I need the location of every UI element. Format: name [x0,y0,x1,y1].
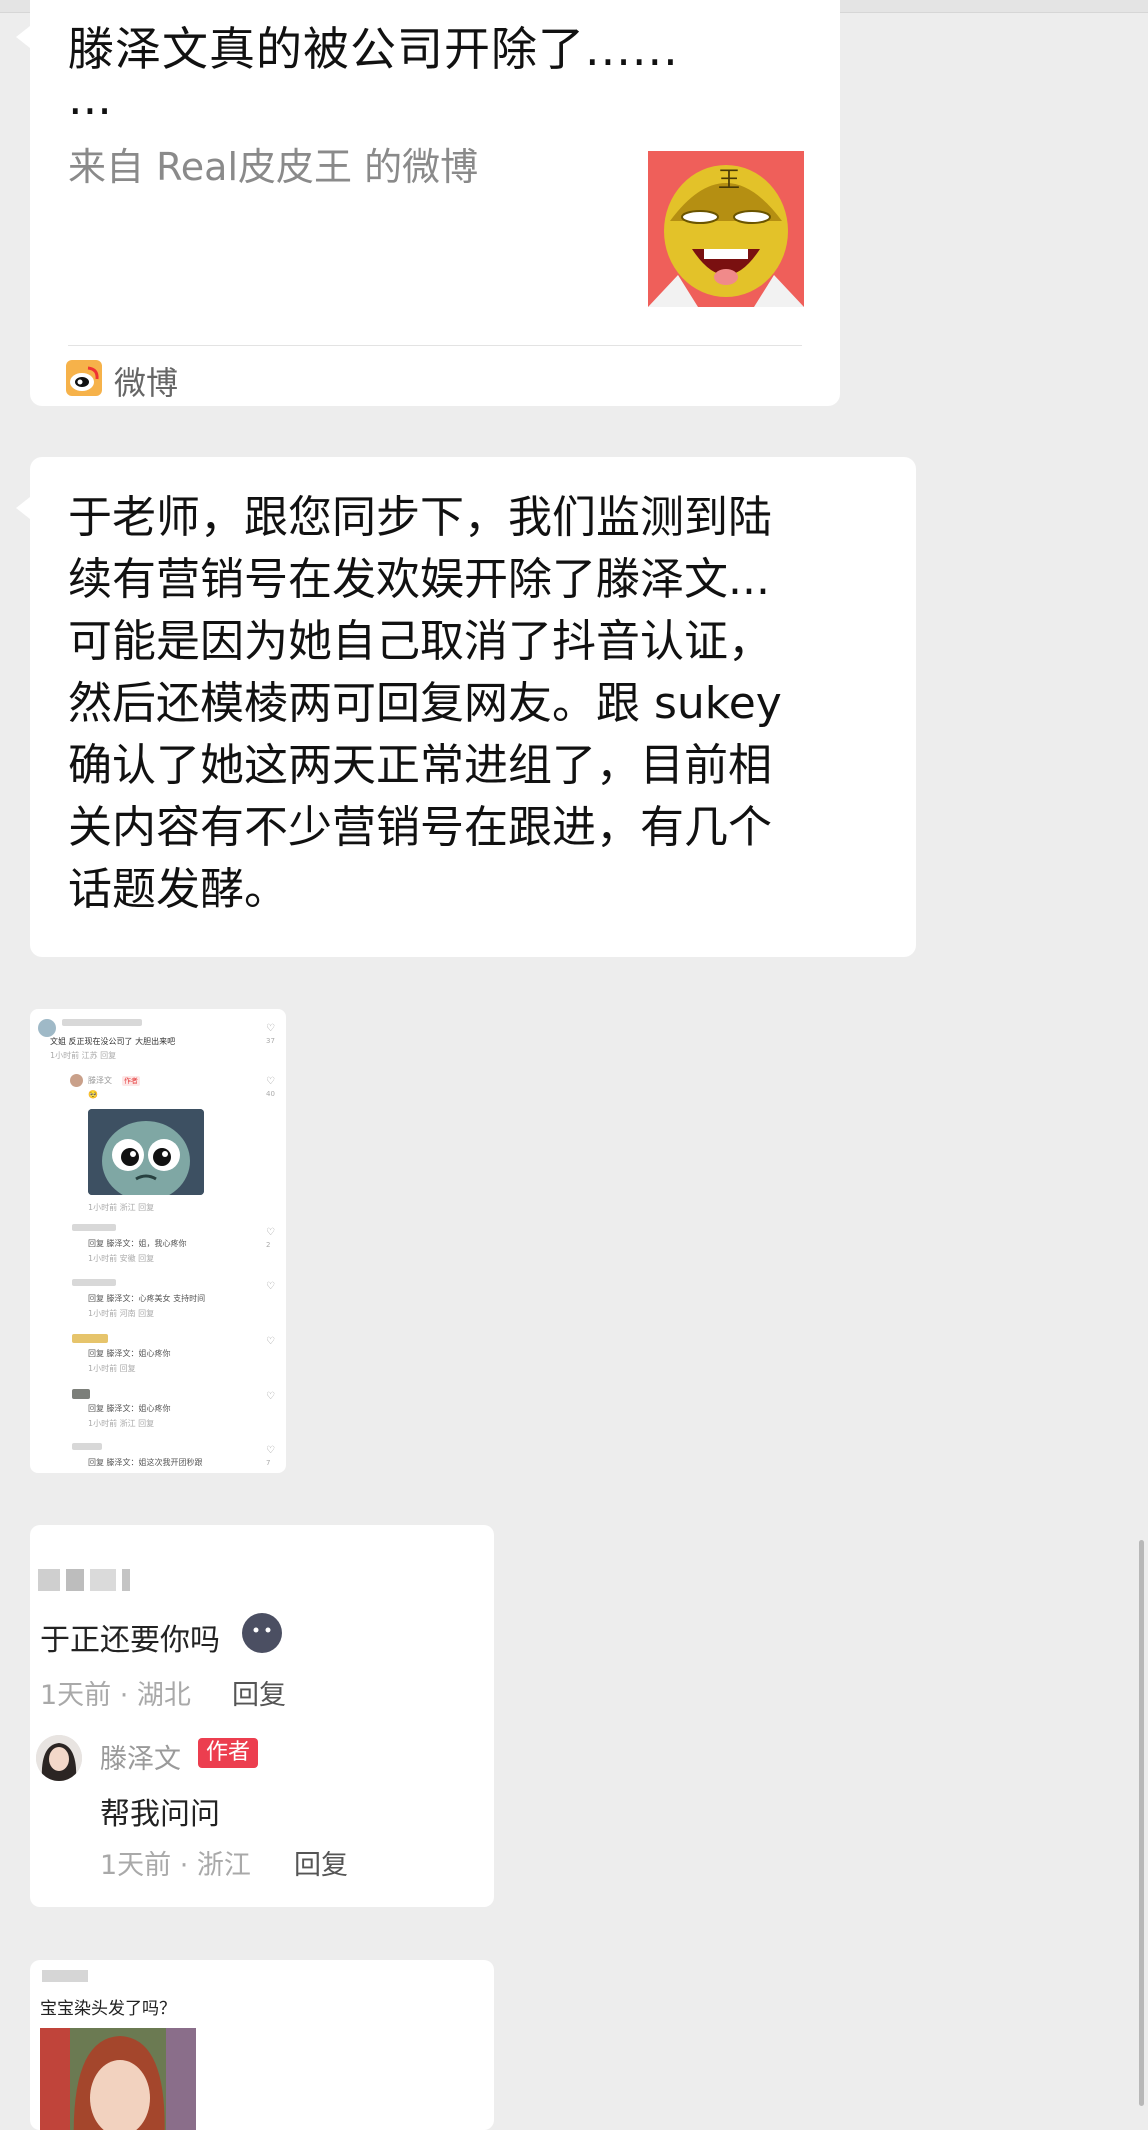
comment-text: 于正还要你吗 [40,1623,220,1658]
author-reply-meta: 1天前 · 浙江 [100,1850,251,1881]
avatar [70,1074,83,1087]
like-count: 40 [266,1090,275,1098]
blurred-username [72,1279,116,1286]
reply-meta: 1小时前 回复 [88,1364,136,1373]
heart-icon[interactable]: ♡ [266,1024,276,1034]
comment-photo [40,2028,196,2130]
author-comment-meta: 1小时前 浙江 回复 [88,1203,155,1212]
scrollbar[interactable] [1139,1540,1144,2106]
heart-icon[interactable]: ♡ [266,1077,276,1087]
blurred-username [72,1389,90,1399]
reply-text: 回复 滕泽文：姐这次我开团秒跟 [88,1458,203,1467]
heart-icon[interactable]: ♡ [266,1446,276,1456]
reply-meta: 1小时前 安徽 回复 [88,1254,155,1263]
reply-button[interactable]: 回复 [294,1843,348,1882]
svg-text:王: 王 [718,168,740,193]
blurred-username [72,1443,102,1450]
weibo-card-source: 来自 Real皮皮王 的微博 [68,145,479,189]
blurred-username [38,1569,60,1591]
image-message-partial[interactable]: 宝宝染头发了吗？ [30,1960,494,2130]
reply-meta: 1小时前 河南 回复 [88,1309,155,1318]
heart-icon[interactable]: ♡ [266,1282,276,1292]
blurred-username [72,1334,108,1343]
weibo-card-divider [68,345,802,346]
reply-text: 回复 滕泽文：姐，我心疼你 [88,1239,187,1248]
author-name: 滕泽文 [88,1076,112,1085]
author-name: 滕泽文 [100,1744,181,1775]
bubble-tail [16,26,30,48]
blurred-username [90,1569,116,1591]
weibo-icon [66,360,102,396]
blurred-username [122,1569,130,1591]
blurred-username [42,1970,88,1982]
avatar [36,1735,82,1781]
reply-text: 回复 滕泽文：心疼美女 支持时间 [88,1294,206,1303]
image-message-comment-thread[interactable]: 文姐 反正现在没公司了 大胆出来吧 1小时前 江苏 回复 ♡ 37 滕泽文 作者… [30,1009,286,1473]
comment-text: 宝宝染头发了吗？ [40,1999,176,2019]
author-badge: 作者 [198,1738,259,1768]
top-comment-meta: 1小时前 江苏 回复 [50,1051,117,1060]
weibo-card-title: 滕泽文真的被公司开除了...... [68,22,679,76]
reply-text: 回复 滕泽文：姐心疼你 [88,1404,171,1413]
bubble-tail [16,497,30,519]
emoji-icon [242,1613,282,1653]
chat-message-text: 于老师，跟您同步下，我们监测到陆 续有营销号在发欢娱开除了滕泽文... 可能是因… [68,492,782,915]
author-reply-text: 帮我问问 [100,1797,220,1832]
blurred-username [66,1569,84,1591]
top-comment-text: 文姐 反正现在没公司了 大胆出来吧 [50,1037,176,1046]
blurred-username [62,1019,142,1026]
weibo-card-title-continuation: ... [68,71,112,125]
blurred-username [72,1224,116,1231]
like-count: 37 [266,1037,275,1045]
reply-text: 回复 滕泽文：姐心疼你 [88,1349,171,1358]
author-tag: 作者 [122,1076,140,1086]
image-message-comment-card[interactable]: 于正还要你吗 1天前 · 湖北 回复 滕泽文 作者 帮我问问 1天前 · 浙江 … [30,1525,494,1907]
like-count: 7 [266,1459,271,1467]
comment-sticker-image [88,1109,204,1195]
reply-meta: 1小时前 浙江 回复 [88,1419,155,1428]
chat-message-bubble[interactable]: 于老师，跟您同步下，我们监测到陆 续有营销号在发欢娱开除了滕泽文... 可能是因… [16,457,916,957]
weibo-card-thumbnail: 王 [648,151,804,307]
like-count: 2 [266,1241,271,1249]
emoji: 🥺 [88,1090,98,1099]
weibo-card-footer-label: 微博 [114,364,179,402]
avatar [38,1019,56,1037]
heart-icon[interactable]: ♡ [266,1337,276,1347]
heart-icon[interactable]: ♡ [266,1228,276,1238]
reply-button[interactable]: 回复 [232,1673,286,1712]
weibo-link-card[interactable]: 滕泽文真的被公司开除了...... ... 来自 Real皮皮王 的微博 王 微… [16,0,840,406]
heart-icon[interactable]: ♡ [266,1392,276,1402]
comment-meta: 1天前 · 湖北 [40,1680,191,1711]
